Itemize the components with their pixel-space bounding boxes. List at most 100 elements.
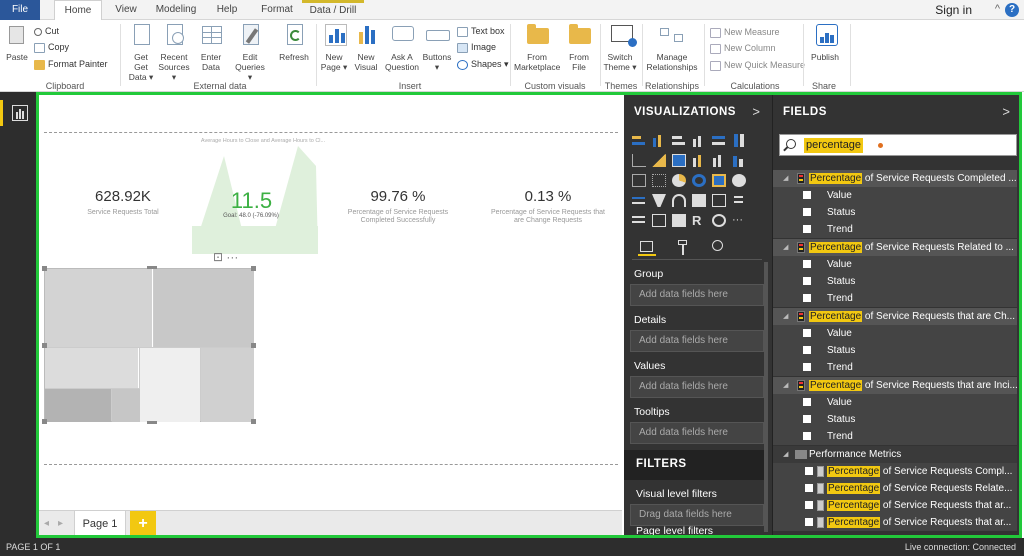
field-checkbox[interactable] xyxy=(803,398,811,406)
from-marketplace-button[interactable]: From Marketplace xyxy=(514,22,560,72)
resize-handle[interactable] xyxy=(42,419,47,424)
treemap-placeholder[interactable] xyxy=(42,266,256,424)
collapse-visualizations-icon[interactable]: > xyxy=(752,104,760,119)
multi-row-card-icon[interactable] xyxy=(712,194,726,207)
funnel-icon[interactable] xyxy=(652,174,666,187)
field-item[interactable]: Trend xyxy=(773,428,1017,445)
resize-handle[interactable] xyxy=(42,343,47,348)
viz-pane-scrollbar[interactable] xyxy=(764,262,768,532)
new-page-button[interactable]: New Page ▾ xyxy=(320,22,348,72)
recent-sources-button[interactable]: Recent Sources ▾ xyxy=(157,22,191,82)
clustered-column-chart-icon[interactable] xyxy=(692,134,706,147)
field-item[interactable]: Value xyxy=(773,187,1017,204)
tab-help[interactable]: Help xyxy=(210,0,244,20)
expand-triangle-icon[interactable]: ◢ xyxy=(783,446,788,463)
collapse-ribbon-icon[interactable]: ^ xyxy=(995,3,1000,15)
field-checkbox[interactable] xyxy=(803,277,811,285)
collapse-fields-icon[interactable]: > xyxy=(1002,104,1010,119)
funnel-chart-icon[interactable] xyxy=(652,194,666,207)
edit-queries-button[interactable]: Edit Queries ▾ xyxy=(232,22,268,82)
field-checkbox[interactable] xyxy=(803,432,811,440)
field-item[interactable]: Status xyxy=(773,342,1017,359)
ask-a-question-button[interactable]: Ask A Question xyxy=(385,22,419,72)
sign-in-link[interactable]: Sign in xyxy=(935,0,972,20)
filter-drop-zone[interactable]: Drag data fields here xyxy=(630,504,764,526)
switch-theme-button[interactable]: Switch Theme ▾ xyxy=(603,22,637,72)
resize-handle[interactable] xyxy=(147,421,157,424)
card-icon[interactable] xyxy=(692,194,706,207)
kpi-icon[interactable] xyxy=(732,194,746,207)
help-icon[interactable]: ? xyxy=(1005,3,1019,17)
area-chart-icon[interactable] xyxy=(652,154,666,167)
field-checkbox[interactable] xyxy=(803,225,811,233)
field-item[interactable]: Value xyxy=(773,256,1017,273)
field-table[interactable]: ◢ Percentage of Service Requests that are… xyxy=(773,377,1017,394)
field-checkbox[interactable] xyxy=(805,467,813,475)
field-checkbox[interactable] xyxy=(803,294,811,302)
report-view-icon[interactable] xyxy=(0,100,36,126)
field-item[interactable]: Trend xyxy=(773,290,1017,307)
field-table[interactable]: ◢ Percentage of Service Requests that are… xyxy=(773,308,1017,325)
donut-chart-icon[interactable] xyxy=(692,174,706,187)
report-canvas[interactable]: 628.92K Service Requests Total Average H… xyxy=(38,94,622,536)
shapes-button[interactable]: Shapes ▾ xyxy=(457,57,509,71)
more-visuals-icon[interactable]: ··· xyxy=(732,214,746,227)
new-measure-button[interactable]: New Measure xyxy=(710,25,780,39)
field-checkbox[interactable] xyxy=(805,518,813,526)
from-file-button[interactable]: From File xyxy=(564,22,594,72)
field-item[interactable]: Percentage of Service Requests Relate... xyxy=(773,480,1017,497)
next-page-icon[interactable]: ▸ xyxy=(58,518,63,529)
matrix-icon[interactable] xyxy=(672,214,686,227)
field-item[interactable]: Status xyxy=(773,204,1017,221)
resize-handle[interactable] xyxy=(251,343,256,348)
stacked-bar-chart-icon[interactable] xyxy=(632,134,646,147)
scatter-chart-icon[interactable] xyxy=(632,174,646,187)
field-folder[interactable]: ◢ Performance Metrics xyxy=(773,446,1017,463)
resize-handle[interactable] xyxy=(251,419,256,424)
field-item[interactable]: Trend xyxy=(773,221,1017,238)
tab-modeling[interactable]: Modeling xyxy=(150,0,202,20)
image-button[interactable]: Image xyxy=(457,40,496,54)
field-item[interactable]: Percentage of Service Requests Compl... xyxy=(773,463,1017,480)
new-quick-measure-button[interactable]: New Quick Measure xyxy=(710,58,805,72)
visual-header-icons[interactable]: ⊡ ··· xyxy=(213,250,238,264)
r-visual-icon[interactable]: R xyxy=(692,214,706,227)
field-item[interactable]: Percentage of Service Requests that ar..… xyxy=(773,497,1017,514)
treemap-icon[interactable] xyxy=(712,174,726,187)
field-table[interactable]: ◢ Percentage of Service Requests Complete… xyxy=(773,170,1017,187)
fields-well-tab-icon[interactable] xyxy=(638,238,656,256)
treemap-icon-selected[interactable] xyxy=(672,154,686,167)
manage-relationships-button[interactable]: Manage Relationships xyxy=(645,22,699,72)
resize-handle[interactable] xyxy=(42,266,47,271)
well-drop-zone[interactable]: Add data fields here xyxy=(630,376,764,398)
field-checkbox[interactable] xyxy=(803,415,811,423)
filled-map-icon[interactable] xyxy=(632,194,646,207)
line-chart-icon[interactable] xyxy=(632,154,646,167)
field-checkbox[interactable] xyxy=(803,363,811,371)
ribbon-chart-icon[interactable] xyxy=(712,154,726,167)
field-checkbox[interactable] xyxy=(805,501,813,509)
waterfall-chart-icon[interactable] xyxy=(732,154,746,167)
field-checkbox[interactable] xyxy=(803,260,811,268)
field-item[interactable]: Percentage of Service Requests that ar..… xyxy=(773,514,1017,531)
enter-data-button[interactable]: Enter Data xyxy=(196,22,226,72)
format-paint-roller-icon[interactable] xyxy=(674,238,692,256)
fields-search-input[interactable]: percentage xyxy=(779,134,1017,156)
tab-home[interactable]: Home xyxy=(54,0,102,21)
field-checkbox[interactable] xyxy=(803,208,811,216)
new-column-button[interactable]: New Column xyxy=(710,41,776,55)
new-visual-button[interactable]: New Visual xyxy=(352,22,380,72)
field-checkbox[interactable] xyxy=(803,191,811,199)
table-visual-icon[interactable] xyxy=(652,214,666,227)
page-tab-1[interactable]: Page 1 xyxy=(74,511,126,537)
field-item[interactable]: Trend xyxy=(773,359,1017,376)
tab-format[interactable]: Format xyxy=(256,0,298,20)
publish-button[interactable]: Publish xyxy=(807,22,843,62)
slicer-icon[interactable] xyxy=(632,214,646,227)
well-drop-zone[interactable]: Add data fields here xyxy=(630,284,764,306)
line-column-chart-icon[interactable] xyxy=(692,154,706,167)
100-bar-chart-icon[interactable] xyxy=(712,134,726,147)
expand-triangle-icon[interactable]: ◢ xyxy=(783,377,788,394)
pie-chart-icon[interactable] xyxy=(672,174,686,187)
well-drop-zone[interactable]: Add data fields here xyxy=(630,330,764,352)
